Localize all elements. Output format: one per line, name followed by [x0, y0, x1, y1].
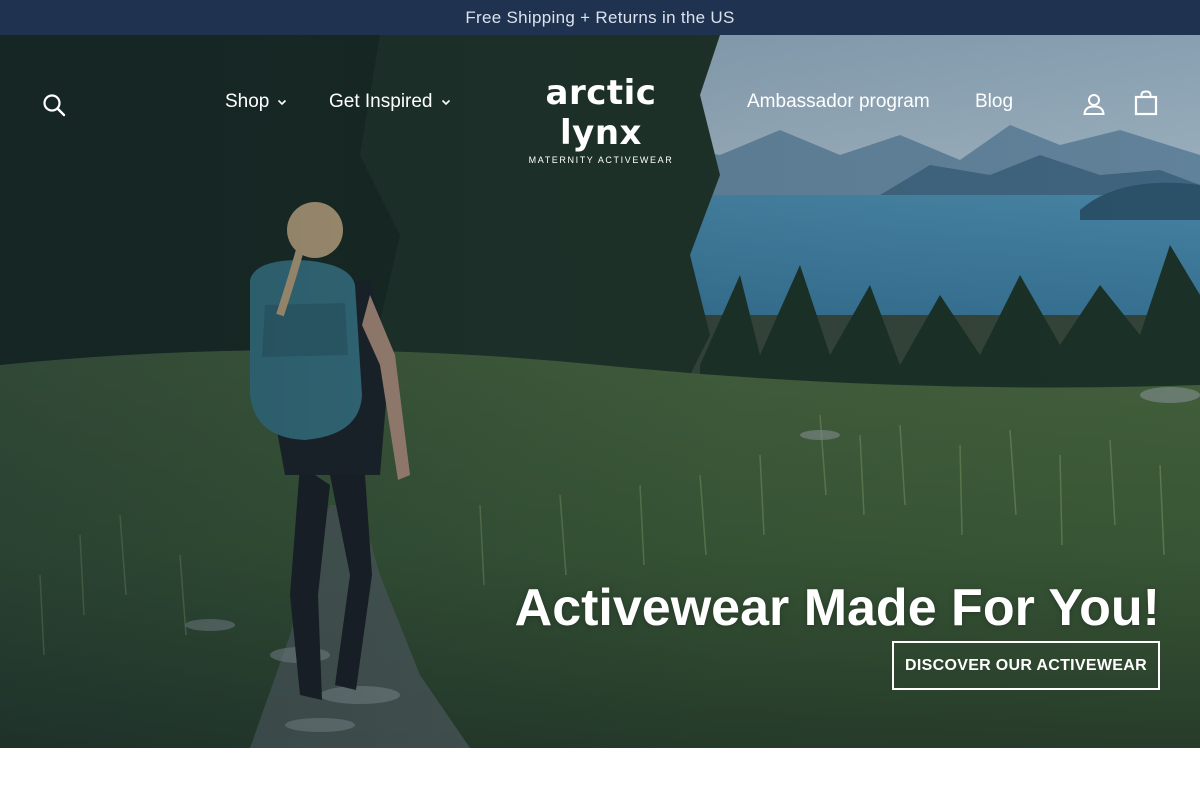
nav-shop-label: Shop: [225, 91, 270, 112]
announcement-text: Free Shipping + Returns in the US: [465, 7, 735, 27]
chevron-down-icon: [441, 99, 450, 106]
nav-get-inspired[interactable]: Get Inspired: [329, 91, 451, 113]
hero-title: Activewear Made For You!: [514, 579, 1160, 637]
nav-ambassador-label: Ambassador program: [747, 91, 930, 112]
nav-get-inspired-label: Get Inspired: [329, 91, 433, 112]
chevron-down-icon: [278, 99, 287, 106]
nav-shop[interactable]: Shop: [225, 91, 287, 113]
announcement-bar: Free Shipping + Returns in the US: [0, 0, 1200, 35]
discover-activewear-button[interactable]: DISCOVER OUR ACTIVEWEAR: [892, 641, 1160, 690]
nav-blog[interactable]: Blog: [975, 91, 1013, 113]
nav-ambassador-program[interactable]: Ambassador program: [747, 91, 930, 113]
bag-icon[interactable]: [1130, 87, 1162, 119]
user-icon[interactable]: [1078, 88, 1110, 120]
logo-wordmark: arctic lynx: [545, 73, 657, 153]
brand-logo[interactable]: arctic lynx MATERNITY ACTIVEWEAR: [506, 73, 696, 165]
nav-blog-label: Blog: [975, 91, 1014, 112]
logo-tagline: MATERNITY ACTIVEWEAR: [528, 155, 674, 165]
site-header: Shop Get Inspired arctic lynx MATERNITY …: [0, 35, 1200, 175]
search-icon[interactable]: [38, 89, 70, 121]
